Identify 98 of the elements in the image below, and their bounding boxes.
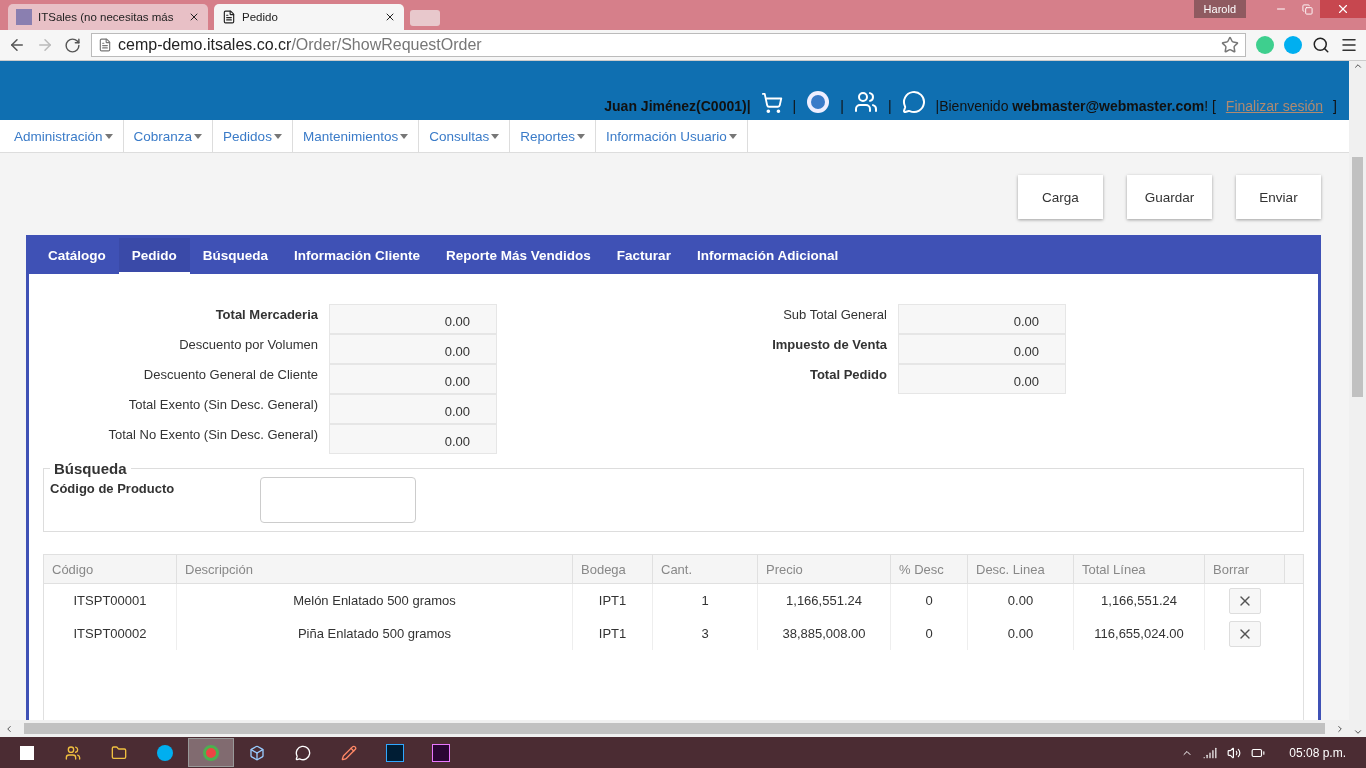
total-label: Descuento por Volumen bbox=[178, 336, 318, 354]
caret-icon bbox=[491, 133, 500, 139]
column-header[interactable]: Desc. Linea bbox=[968, 555, 1074, 583]
page-icon bbox=[222, 10, 236, 24]
scroll-left-icon[interactable] bbox=[4, 723, 14, 734]
caret-icon bbox=[577, 133, 586, 139]
tab[interactable]: Información Adicional bbox=[683, 238, 852, 274]
separator: | bbox=[840, 98, 844, 114]
total-value: 0.00 bbox=[329, 424, 497, 454]
action-button[interactable]: Enviar bbox=[1236, 175, 1321, 219]
back-icon[interactable] bbox=[8, 36, 26, 54]
reload-icon[interactable] bbox=[64, 36, 81, 54]
folder-icon bbox=[111, 744, 127, 761]
people-icon bbox=[65, 744, 81, 761]
total-label: Impuesto de Venta bbox=[771, 336, 887, 354]
table-cell: ITSPT00002 bbox=[44, 617, 177, 650]
column-header[interactable]: Precio bbox=[758, 555, 891, 583]
tab[interactable]: Reporte Más Vendidos bbox=[433, 238, 604, 274]
menu-item[interactable]: Consultas bbox=[419, 120, 511, 152]
total-label: Total Exento (Sin Desc. General) bbox=[127, 396, 318, 414]
total-value: 0.00 bbox=[329, 394, 497, 424]
chat-bubble-icon[interactable] bbox=[901, 90, 926, 114]
table-cell: IPT1 bbox=[573, 617, 653, 650]
separator: | bbox=[887, 98, 892, 114]
total-value: 0.00 bbox=[898, 334, 1066, 364]
tab-title: Pedido bbox=[242, 11, 279, 23]
close-icon[interactable] bbox=[384, 11, 396, 23]
user-name: Juan Jiménez(C0001)| bbox=[604, 98, 751, 114]
menu-item[interactable]: Mantenimientos bbox=[292, 120, 420, 152]
tab[interactable]: Información Cliente bbox=[281, 238, 434, 274]
tab[interactable]: Facturar bbox=[603, 238, 684, 274]
menu-item[interactable]: Cobranza bbox=[123, 120, 214, 152]
table-cell: 0.00 bbox=[968, 617, 1074, 650]
caret-icon bbox=[400, 133, 409, 139]
action-button[interactable]: Guardar bbox=[1127, 175, 1212, 219]
caret-icon bbox=[728, 133, 737, 139]
clock-time[interactable]: 05:08 p.m. bbox=[1289, 745, 1346, 760]
field-label: Código de Producto bbox=[50, 481, 175, 496]
scroll-up-icon[interactable] bbox=[1352, 61, 1363, 71]
column-header[interactable]: % Desc bbox=[891, 555, 968, 583]
scroll-right-icon[interactable] bbox=[1335, 723, 1345, 734]
welcome-text: |Bienvenido webmaster@webmaster.com! [ bbox=[935, 98, 1216, 114]
column-header[interactable]: Bodega bbox=[573, 555, 653, 583]
table-cell: 116,655,024.00 bbox=[1074, 617, 1205, 650]
scrollbar-thumb[interactable] bbox=[1352, 157, 1363, 397]
search-icon[interactable] bbox=[1312, 36, 1330, 54]
users-icon[interactable] bbox=[853, 90, 878, 114]
total-label: Total Mercaderia bbox=[214, 306, 318, 324]
url-text: cemp-demo.itsales.co.cr/Order/ShowRequestOrder bbox=[118, 36, 482, 54]
total-value: 0.00 bbox=[329, 304, 497, 334]
caret-icon bbox=[104, 133, 113, 139]
product-code-field[interactable] bbox=[260, 477, 417, 523]
column-header[interactable]: Total Línea bbox=[1074, 555, 1205, 583]
total-value: 0.00 bbox=[898, 364, 1066, 394]
signal-icon[interactable] bbox=[1203, 745, 1218, 760]
scroll-down-icon[interactable] bbox=[1352, 727, 1363, 737]
total-label: Total Pedido bbox=[808, 366, 887, 384]
volume-icon[interactable] bbox=[1227, 745, 1242, 760]
address-bar[interactable]: cemp-demo.itsales.co.cr/Order/ShowRequestOrder bbox=[91, 33, 1246, 57]
menu-icon[interactable] bbox=[1340, 36, 1358, 54]
cube-icon bbox=[249, 744, 265, 761]
total-value: 0.00 bbox=[898, 304, 1066, 334]
cart-icon[interactable] bbox=[760, 92, 783, 114]
total-value: 0.00 bbox=[329, 334, 497, 364]
menu-item[interactable]: Información Usuario bbox=[596, 120, 748, 152]
close-icon[interactable] bbox=[188, 11, 200, 23]
column-header[interactable]: Cant. bbox=[653, 555, 758, 583]
total-label: Sub Total General bbox=[782, 306, 887, 324]
chat-icon bbox=[295, 744, 311, 761]
pencil-icon bbox=[341, 744, 357, 761]
total-value: 0.00 bbox=[329, 364, 497, 394]
profile-name[interactable]: Harold bbox=[1193, 0, 1246, 18]
scrollbar-thumb[interactable] bbox=[24, 723, 1325, 734]
total-label: Descuento General de Cliente bbox=[142, 366, 318, 384]
total-label: Total No Exento (Sin Desc. General) bbox=[107, 426, 318, 444]
menu-item[interactable]: Pedidos bbox=[213, 120, 293, 152]
column-header[interactable]: Descripción bbox=[177, 555, 573, 583]
star-icon[interactable] bbox=[1221, 36, 1239, 54]
browser-tab[interactable]: Pedido bbox=[214, 4, 404, 30]
tab[interactable]: Catálogo bbox=[35, 238, 119, 274]
caret-icon bbox=[194, 133, 203, 139]
table-cell: 3 bbox=[653, 617, 758, 650]
tab-title: ITSales (no necesitas más bbox=[38, 11, 175, 23]
tab[interactable]: Pedido bbox=[118, 238, 190, 274]
caret-icon bbox=[273, 133, 282, 139]
action-button[interactable]: Carga bbox=[1018, 175, 1103, 219]
menu-item[interactable]: Administración bbox=[4, 120, 124, 152]
bracket: ] bbox=[1333, 98, 1337, 114]
table-cell: 38,885,008.00 bbox=[758, 617, 891, 650]
tab[interactable]: Búsqueda bbox=[189, 238, 282, 274]
panel-title: Búsqueda bbox=[53, 460, 128, 477]
menu-item[interactable]: Reportes bbox=[510, 120, 597, 152]
browser-tab[interactable]: ITSales (no necesitas más bbox=[8, 4, 208, 30]
page-icon bbox=[98, 38, 112, 52]
table-cell: 0 bbox=[891, 617, 968, 650]
separator: | bbox=[792, 98, 797, 114]
table-cell: Piña Enlatado 500 gramos bbox=[177, 617, 573, 650]
column-header[interactable]: Código bbox=[44, 555, 177, 583]
